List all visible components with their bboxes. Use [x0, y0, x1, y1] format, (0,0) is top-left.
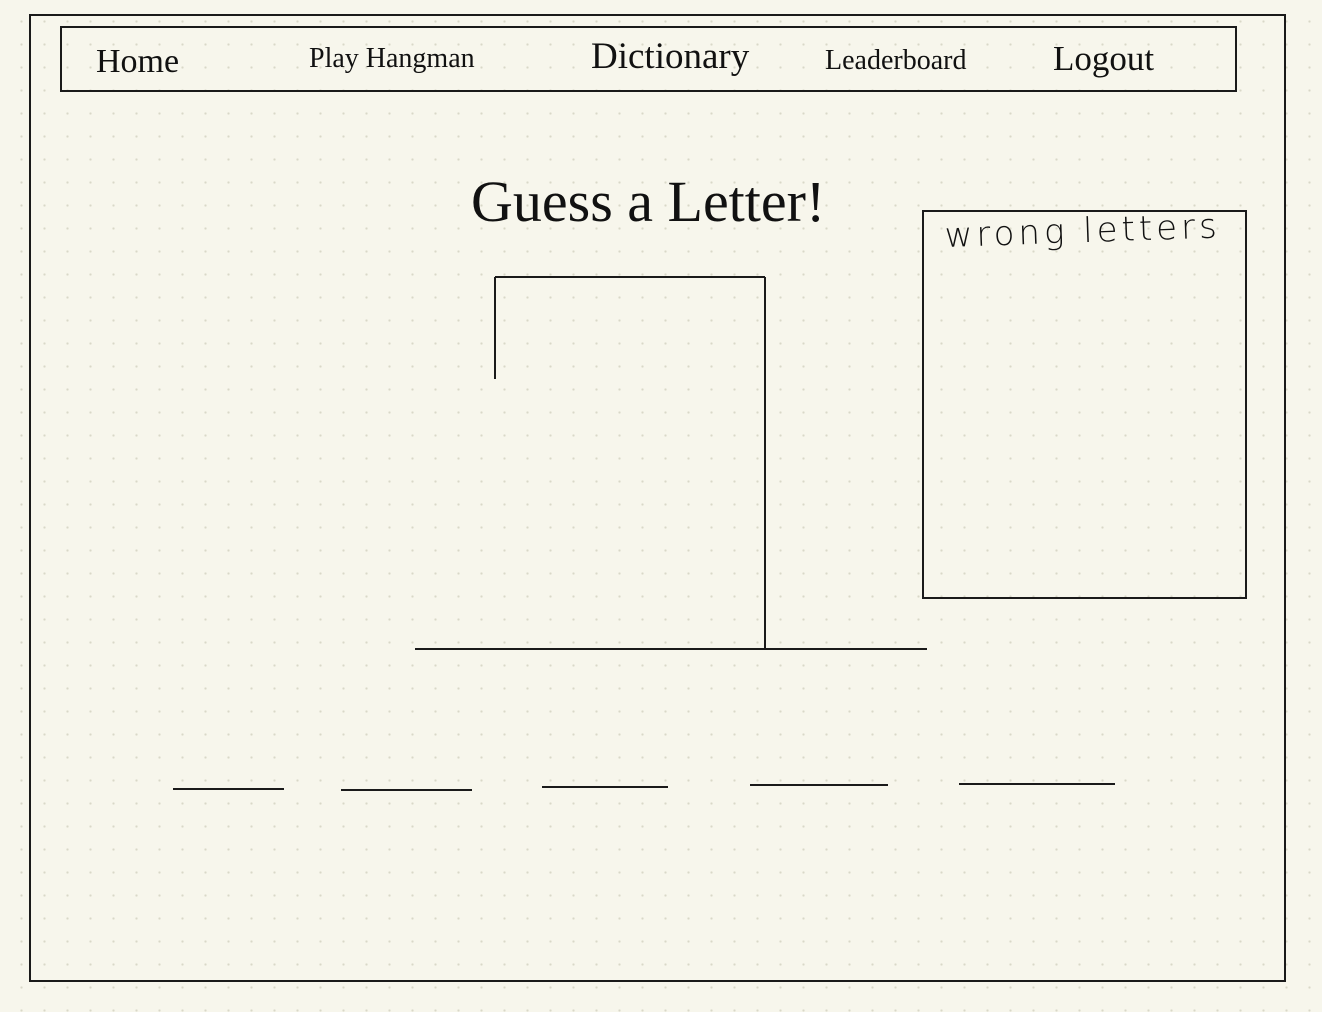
nav-dictionary-link[interactable]: Dictionary: [591, 38, 749, 75]
nav-home-link[interactable]: Home: [96, 45, 179, 79]
wrong-letters-title: wrong letters: [943, 206, 1222, 256]
nav-logout-link[interactable]: Logout: [1053, 41, 1154, 76]
wrong-letters-panel: wrong letters: [922, 206, 1247, 599]
hangman-gallows: [415, 276, 927, 650]
navbar: Home Play Hangman Dictionary Leaderboard…: [60, 26, 1237, 92]
nav-leaderboard-link[interactable]: Leaderboard: [825, 47, 966, 75]
page-title: Guess a Letter!: [471, 169, 826, 234]
nav-play-hangman-link[interactable]: Play Hangman: [309, 45, 475, 73]
